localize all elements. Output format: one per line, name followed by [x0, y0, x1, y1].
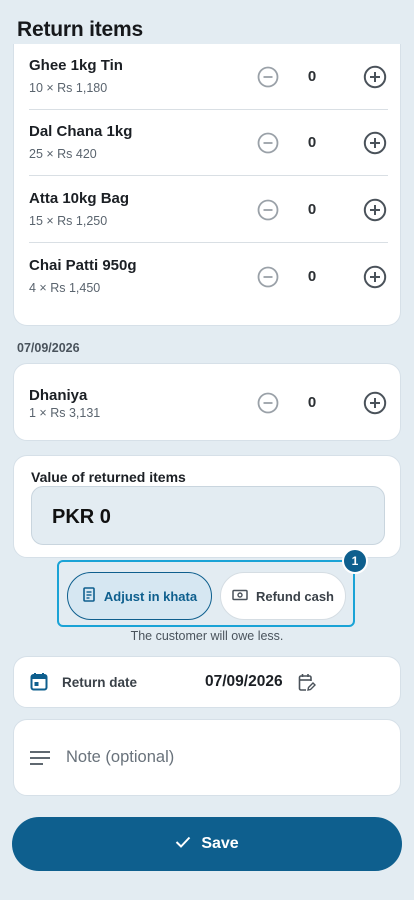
cash-icon — [232, 589, 248, 604]
item-price: 25 × Rs 420 — [29, 147, 97, 161]
step-badge: 1 — [342, 548, 368, 574]
returned-value-amount: PKR 0 — [52, 506, 111, 528]
item-name: Ghee 1kg Tin — [29, 57, 123, 74]
plus-circle-icon[interactable] — [363, 265, 387, 289]
list-item: Dal Chana 1kg 25 × Rs 420 0 — [29, 110, 388, 176]
return-date-field[interactable]: Return date 07/09/2026 — [13, 656, 401, 708]
list-item: Chai Patti 950g 4 × Rs 1,450 0 — [29, 244, 387, 310]
quantity-stepper: 0 — [257, 188, 387, 232]
minus-circle-icon[interactable] — [257, 132, 279, 154]
quantity-value: 0 — [307, 201, 317, 218]
save-button[interactable]: Save — [12, 817, 402, 871]
note-input[interactable] — [66, 742, 376, 772]
edit-calendar-icon[interactable] — [298, 673, 316, 697]
list-item: Atta 10kg Bag 15 × Rs 1,250 0 — [29, 177, 388, 243]
returned-value-card: Value of returned items PKR 0 — [13, 455, 401, 558]
refund-hint-text: The customer will owe less. — [130, 629, 284, 643]
group-date-label: 07/09/2026 — [17, 341, 80, 355]
refund-cash-label: Refund cash — [255, 588, 334, 604]
calendar-icon — [30, 672, 48, 696]
return-date-label: Return date — [62, 675, 138, 690]
returned-value-box: PKR 0 — [31, 486, 385, 545]
minus-circle-icon[interactable] — [257, 392, 279, 414]
return-date-value: 07/09/2026 — [205, 673, 283, 690]
plus-circle-icon[interactable] — [363, 131, 387, 155]
quantity-value: 0 — [307, 394, 317, 411]
save-label: Save — [201, 835, 239, 852]
receipt-icon — [82, 587, 96, 605]
quantity-value: 0 — [307, 268, 317, 285]
item-name: Dal Chana 1kg — [29, 123, 133, 140]
item-price: 4 × Rs 1,450 — [29, 281, 101, 295]
quantity-stepper: 0 — [257, 255, 387, 299]
item-price: 10 × Rs 1,180 — [29, 81, 108, 95]
adjust-in-khata-button[interactable]: Adjust in khata — [67, 572, 212, 620]
note-field — [13, 719, 401, 796]
item-name: Atta 10kg Bag — [29, 190, 130, 207]
item-price: 1 × Rs 3,131 — [29, 406, 101, 420]
returned-value-title: Value of returned items — [31, 469, 186, 485]
quantity-stepper: 0 — [257, 55, 387, 99]
minus-circle-icon[interactable] — [257, 266, 279, 288]
page-title: Return items — [17, 18, 143, 41]
list-item: Dhaniya 1 × Rs 3,131 0 — [29, 364, 387, 430]
item-price: 15 × Rs 1,250 — [29, 214, 108, 228]
adjust-in-khata-label: Adjust in khata — [103, 588, 198, 604]
minus-circle-icon[interactable] — [257, 199, 279, 221]
refund-option-group: Adjust in khata Refund cash — [57, 560, 355, 627]
notes-icon — [29, 750, 51, 771]
plus-circle-icon[interactable] — [363, 198, 387, 222]
items-list-card: Ghee 1kg Tin 10 × Rs 1,180 0 Dal Chana 1… — [13, 44, 401, 326]
quantity-stepper: 0 — [257, 381, 387, 425]
quantity-value: 0 — [307, 134, 317, 151]
divider — [29, 242, 388, 243]
plus-circle-icon[interactable] — [363, 65, 387, 89]
divider — [29, 175, 388, 176]
check-icon — [175, 835, 191, 853]
item-name: Chai Patti 950g — [29, 257, 137, 274]
item-name: Dhaniya — [29, 387, 88, 404]
quantity-value: 0 — [307, 68, 317, 85]
list-item: Ghee 1kg Tin 10 × Rs 1,180 0 — [29, 44, 388, 110]
quantity-stepper: 0 — [257, 121, 387, 165]
refund-cash-button[interactable]: Refund cash — [220, 572, 346, 620]
minus-circle-icon[interactable] — [257, 66, 279, 88]
plus-circle-icon[interactable] — [363, 391, 387, 415]
items-list-card: Dhaniya 1 × Rs 3,131 0 — [13, 363, 401, 441]
